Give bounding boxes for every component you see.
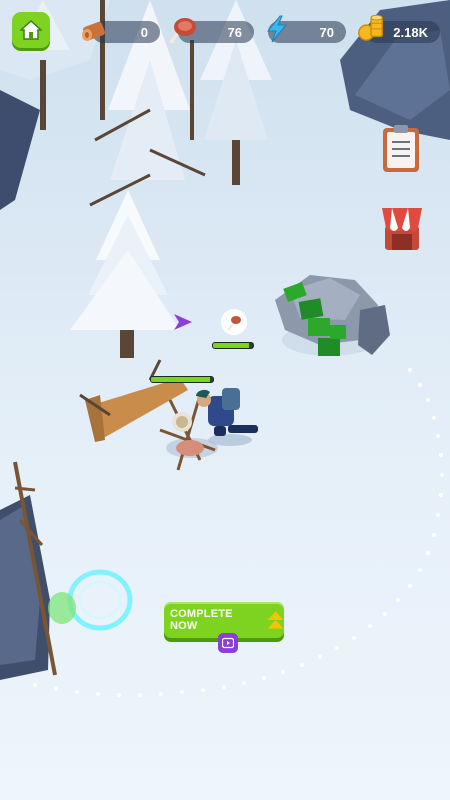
game-scene[interactable]: 0 76 70 2.18K COMPLETE NOW [0,0,450,800]
watch-ad-button[interactable] [218,633,238,653]
tasks-button[interactable] [380,124,422,172]
wood-log-icon [82,21,105,41]
coins-value: 2.18K [393,24,428,40]
clipboard-icon [383,125,419,172]
campfire-progress-bar [150,376,214,383]
energy-value: 70 [319,24,334,40]
video-play-icon [222,637,234,649]
coin-stack-icon [358,14,383,41]
bear-health-bar [212,342,254,349]
meat-value: 76 [227,24,242,40]
lightning-icon [266,15,288,43]
home-icon [20,20,42,40]
shop-button[interactable] [380,202,422,250]
snow-landscape [0,0,450,697]
meat-icon [169,18,196,44]
shop-awning-icon [382,208,422,250]
complete-now-label: COMPLETE NOW [170,608,233,632]
wood-value: 0 [140,24,148,40]
home-button[interactable] [12,12,50,48]
double-arrow-up-icon [267,611,284,629]
